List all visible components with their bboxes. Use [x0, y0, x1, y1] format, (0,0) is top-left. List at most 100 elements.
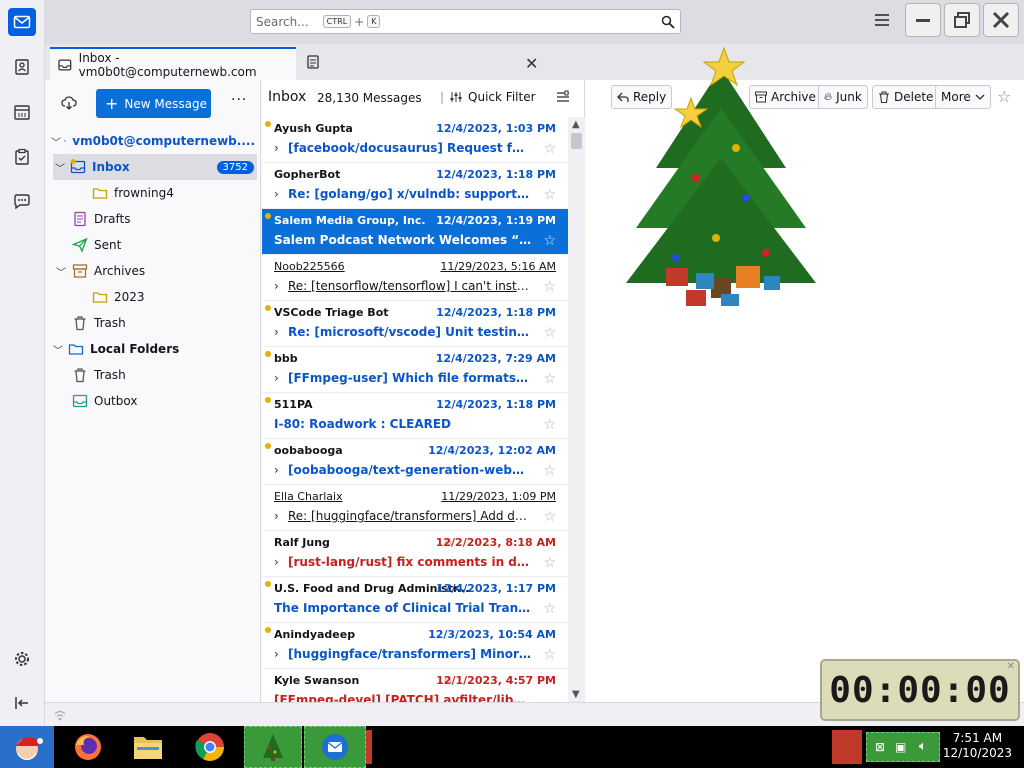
online-status-icon[interactable] — [53, 708, 67, 722]
calendar-space-button[interactable] — [8, 98, 36, 126]
taskbar-thunderbird[interactable] — [304, 726, 366, 768]
folder-outbox[interactable]: Outbox — [69, 388, 273, 414]
get-messages-icon[interactable] — [61, 95, 77, 111]
message-row-selected[interactable]: Salem Media Group, Inc. 12/4/2023, 1:19 … — [262, 209, 568, 255]
folder-label: Sent — [94, 238, 122, 252]
settings-button[interactable] — [8, 645, 36, 673]
mail-space-button[interactable] — [8, 8, 36, 36]
more-button[interactable]: More — [935, 85, 991, 109]
start-button[interactable] — [0, 726, 54, 768]
message-row[interactable]: Kyle Swanson 🔥︎ 12/1/2023, 4:57 PM [FFmp… — [262, 669, 568, 702]
star-icon[interactable]: ☆ — [543, 509, 556, 525]
system-tray[interactable]: ⊠ ▣ 🔈︎ — [866, 732, 940, 762]
scroll-up-icon[interactable]: ▲ — [572, 119, 580, 130]
folder-drafts[interactable]: Drafts — [69, 206, 273, 232]
thread-expand-icon[interactable]: › — [274, 141, 288, 155]
folder-inbox[interactable]: ﹀ Inbox 3752 — [53, 154, 257, 180]
account-label: Local Folders — [90, 342, 180, 356]
star-icon[interactable]: ☆ — [997, 87, 1011, 106]
thread-expand-icon[interactable]: › — [274, 325, 288, 339]
star-icon[interactable]: ☆ — [543, 555, 556, 571]
collapse-icon[interactable]: ﹀ — [53, 264, 69, 279]
account-local-folders[interactable]: ﹀ Local Folders — [51, 336, 255, 362]
star-icon[interactable]: ☆ — [543, 141, 556, 157]
star-icon[interactable]: ☆ — [543, 233, 556, 249]
message-row[interactable]: Ralf Jung 🔥︎ 12/2/2023, 8:18 AM › [rust-l… — [262, 531, 568, 577]
star-icon[interactable]: ☆ — [543, 371, 556, 387]
star-icon[interactable]: ☆ — [543, 463, 556, 479]
message-row[interactable]: Ayush Gupta 12/4/2023, 1:03 PM › [faceboo… — [262, 117, 568, 163]
message-row[interactable]: oobabooga 12/4/2023, 12:02 AM › [oobaboog… — [262, 439, 568, 485]
thread-expand-icon[interactable]: › — [274, 279, 288, 293]
star-icon[interactable]: ☆ — [543, 187, 556, 203]
message-row[interactable]: 511PA 12/4/2023, 1:18 PM I-80: Roadwork … — [262, 393, 568, 439]
address-book-space-button[interactable] — [8, 53, 36, 81]
collapse-icon — [15, 697, 28, 709]
chat-space-button[interactable] — [8, 188, 36, 216]
message-row[interactable]: Anindyadeep 12/3/2023, 10:54 AM › [huggin… — [262, 623, 568, 669]
security-icon[interactable]: ▣ — [895, 740, 906, 754]
star-icon[interactable]: ☆ — [543, 647, 556, 663]
thread-expand-icon[interactable]: › — [274, 509, 288, 523]
inbox-icon — [70, 159, 86, 174]
message-date: 12/4/2023, 7:29 AM — [435, 352, 556, 365]
message-row[interactable]: VSCode Triage Bot 12/4/2023, 1:18 PM › Re… — [262, 301, 568, 347]
message-tab-icon[interactable] — [307, 55, 319, 69]
scroll-down-icon[interactable]: ▼ — [572, 689, 580, 700]
account-vm0b0t[interactable]: ﹀ vm0b0t@computernewb.... — [51, 128, 255, 154]
message-row[interactable]: bbb 12/4/2023, 7:29 AM › [FFmpeg-user] Wh… — [262, 347, 568, 393]
thread-expand-icon[interactable]: › — [274, 647, 288, 661]
santa-start-icon — [16, 736, 43, 760]
message-sender: VSCode Triage Bot — [274, 306, 389, 319]
new-message-button[interactable]: + New Message — [96, 89, 211, 118]
message-row[interactable]: Ella Charlaix 11/29/2023, 1:09 PM › Re: [… — [262, 485, 568, 531]
quick-filter-button[interactable]: | Quick Filter — [440, 90, 536, 104]
spaces-toolbar — [0, 0, 45, 726]
folder-archives[interactable]: ﹀ Archives — [56, 258, 273, 284]
message-row[interactable]: Noob225566 11/29/2023, 5:16 AM › Re: [ten… — [262, 255, 568, 301]
volume-icon[interactable]: 🔈︎ — [919, 739, 927, 754]
message-row[interactable]: GopherBot 12/4/2023, 1:18 PM › Re: [golan… — [262, 163, 568, 209]
restore-button[interactable] — [944, 3, 980, 37]
collapse-icon[interactable]: ﹀ — [51, 134, 61, 149]
folder-local-trash[interactable]: Trash — [69, 362, 273, 388]
minimize-button[interactable] — [905, 3, 941, 37]
network-icon[interactable]: ⊠ — [875, 740, 885, 754]
collapse-icon[interactable]: ﹀ — [51, 342, 65, 357]
taskbar-firefox[interactable] — [58, 726, 118, 768]
close-window-button[interactable] — [983, 3, 1019, 37]
unread-dot — [265, 397, 271, 403]
star-icon[interactable]: ☆ — [543, 325, 556, 341]
junk-label: Junk — [836, 90, 862, 104]
star-icon[interactable]: ☆ — [543, 601, 556, 617]
folder-pane-menu-icon[interactable]: ··· — [231, 92, 247, 108]
shortcut-key-ctrl: CTRL — [322, 15, 352, 28]
message-row[interactable]: U.S. Food and Drug Administr... 12/4/202… — [262, 577, 568, 623]
delete-button[interactable]: Delete — [872, 85, 940, 109]
collapse-icon[interactable]: ﹀ — [53, 160, 67, 175]
thread-expand-icon[interactable]: › — [274, 463, 288, 477]
star-icon[interactable]: ☆ — [543, 417, 556, 433]
message-list-scrollbar[interactable]: ▲ ▼ — [568, 117, 585, 702]
taskbar-xmas-tree[interactable] — [244, 726, 302, 768]
folder-trash[interactable]: Trash — [69, 310, 273, 336]
close-tab-icon[interactable]: ✕ — [525, 54, 538, 73]
tab-inbox[interactable]: Inbox - vm0b0t@computernewb.com — [50, 47, 296, 80]
collapse-spaces-button[interactable] — [8, 689, 36, 717]
display-options-icon[interactable] — [556, 90, 570, 104]
gear-icon — [15, 652, 29, 666]
app-menu-icon[interactable] — [875, 14, 889, 26]
folder-sent[interactable]: Sent — [69, 232, 273, 258]
thread-expand-icon[interactable]: › — [274, 371, 288, 385]
search-icon[interactable] — [661, 15, 675, 29]
desktop-timer-widget[interactable]: 00:00:00 ✕ — [820, 659, 1020, 721]
taskbar-chrome[interactable] — [180, 726, 240, 768]
close-widget-icon[interactable]: ✕ — [1007, 661, 1015, 672]
taskbar-file-explorer[interactable] — [118, 726, 178, 768]
system-clock[interactable]: 7:51 AM 12/10/2023 — [943, 731, 1012, 761]
thread-expand-icon[interactable]: › — [274, 555, 288, 569]
tasks-space-button[interactable] — [8, 143, 36, 171]
scrollbar-thumb[interactable] — [571, 133, 582, 149]
thread-expand-icon[interactable]: › — [274, 187, 288, 201]
star-icon[interactable]: ☆ — [543, 279, 556, 295]
